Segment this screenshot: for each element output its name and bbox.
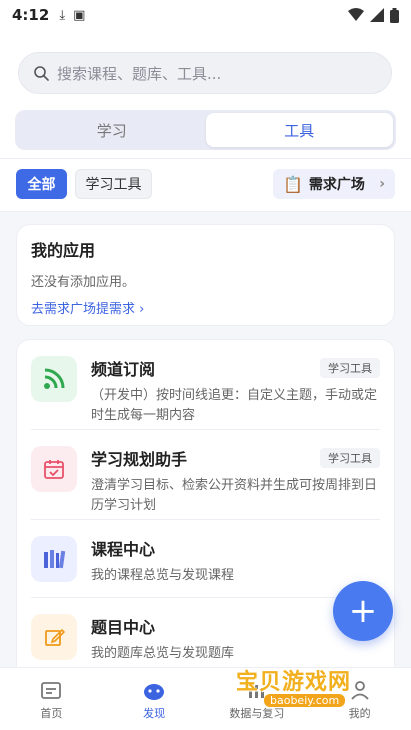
home-icon bbox=[41, 681, 62, 699]
chevron-right-icon: › bbox=[379, 176, 385, 192]
download-icon: ⤓ bbox=[59, 7, 66, 23]
nav-home[interactable]: 首页 bbox=[0, 668, 103, 730]
tool-tag: 学习工具 bbox=[320, 448, 380, 468]
plus-icon: + bbox=[348, 591, 378, 631]
add-fab-button[interactable]: + bbox=[333, 581, 393, 641]
wifi-icon bbox=[348, 8, 364, 21]
demand-square-link-label: 去需求广场提需求 bbox=[31, 302, 136, 317]
tool-item-study-planner[interactable]: 学习规划助手 澄清学习目标、检索公开资料并生成可按周排到日历学习计划 学习工具 bbox=[31, 430, 380, 520]
nav-home-label: 首页 bbox=[40, 706, 63, 720]
nav-data-review-label: 数据与复习 bbox=[229, 706, 285, 720]
header-area: 搜索课程、题库、工具... 学习 工具 bbox=[0, 30, 411, 158]
user-icon bbox=[350, 680, 369, 700]
demand-square-link[interactable]: 去需求广场提需求 › bbox=[31, 298, 380, 317]
tool-body: 课程中心 我的课程总览与发现课程 bbox=[91, 536, 380, 597]
segment-control: 学习 工具 bbox=[15, 110, 396, 150]
calendar-icon bbox=[31, 446, 77, 492]
filter-row: 全部 学习工具 📋 需求广场 › bbox=[0, 158, 411, 212]
nav-data-review[interactable]: 数据与复习 bbox=[206, 668, 309, 730]
app-notification-icon: ▣ bbox=[73, 7, 86, 23]
search-icon bbox=[34, 66, 49, 81]
tool-item-channel-subscription[interactable]: 频道订阅 （开发中）按时间线追更：自定义主题，手动或定时生成每一期内容 学习工具 bbox=[31, 340, 380, 430]
tool-desc: 澄清学习目标、检索公开资料并生成可按周排到日历学习计划 bbox=[91, 478, 378, 513]
tool-name: 课程中心 bbox=[91, 540, 156, 559]
tool-tag: 学习工具 bbox=[320, 358, 380, 378]
status-right bbox=[348, 7, 399, 23]
tab-study[interactable]: 学习 bbox=[18, 113, 206, 147]
status-bar: 4:12 ⤓ ▣ bbox=[0, 0, 411, 30]
clipboard-icon: 📋 bbox=[283, 174, 303, 194]
nav-me-label: 我的 bbox=[348, 706, 371, 720]
tool-desc: 我的课程总览与发现课程 bbox=[91, 568, 235, 583]
battery-icon bbox=[390, 7, 399, 23]
tool-item-course-center[interactable]: 课程中心 我的课程总览与发现课程 bbox=[31, 520, 380, 598]
chart-icon bbox=[248, 684, 264, 698]
demand-square-label: 需求广场 bbox=[308, 177, 365, 193]
signal-icon bbox=[370, 8, 384, 22]
search-placeholder: 搜索课程、题库、工具... bbox=[57, 64, 222, 83]
status-time: 4:12 bbox=[12, 6, 50, 24]
tool-desc: 我的题库总览与发现题库 bbox=[91, 646, 235, 661]
search-input[interactable]: 搜索课程、题库、工具... bbox=[18, 52, 392, 94]
demand-square-button[interactable]: 📋 需求广场 › bbox=[273, 169, 395, 199]
filter-all-chip[interactable]: 全部 bbox=[16, 169, 67, 199]
my-apps-empty-text: 还没有添加应用。 bbox=[31, 275, 136, 290]
books-icon bbox=[31, 536, 77, 582]
discover-icon bbox=[144, 683, 165, 700]
nav-me[interactable]: 我的 bbox=[308, 668, 411, 730]
rss-icon bbox=[31, 356, 77, 402]
tab-tools[interactable]: 工具 bbox=[205, 113, 393, 147]
nav-discover-label: 发现 bbox=[143, 706, 166, 720]
my-apps-card: 我的应用 还没有添加应用。 去需求广场提需求 › bbox=[16, 224, 395, 326]
edit-icon bbox=[31, 614, 77, 660]
nav-discover[interactable]: 发现 bbox=[103, 668, 206, 730]
filter-study-tools-chip[interactable]: 学习工具 bbox=[75, 169, 152, 199]
my-apps-title: 我的应用 bbox=[31, 241, 96, 260]
tool-desc: （开发中）按时间线追更：自定义主题，手动或定时生成每一期内容 bbox=[91, 388, 378, 423]
bottom-nav: 首页 发现 数据与复习 我的 bbox=[0, 667, 411, 730]
